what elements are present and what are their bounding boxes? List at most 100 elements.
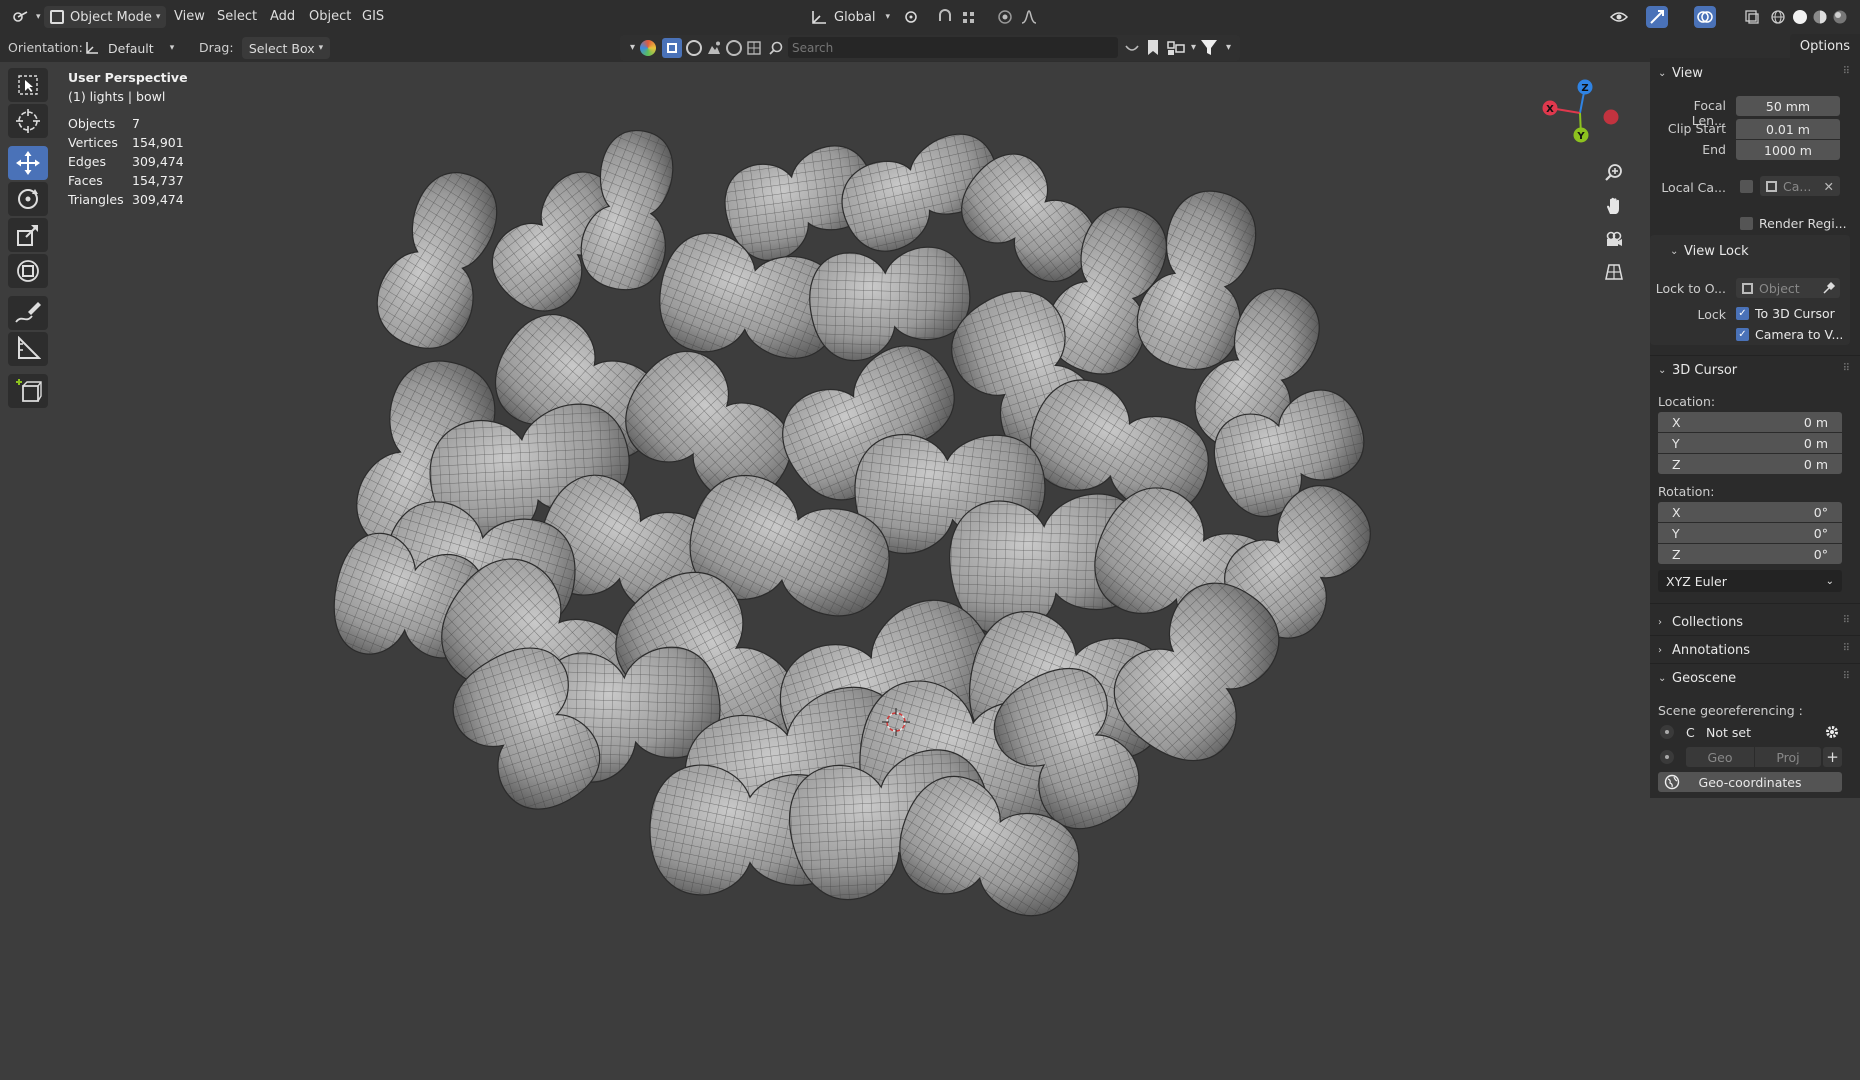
color-filter-icon[interactable]: [640, 40, 656, 56]
render-region-checkbox[interactable]: [1740, 217, 1753, 230]
rotate-tool[interactable]: [8, 182, 48, 216]
perspective-toggle-button[interactable]: [1599, 257, 1629, 287]
transform-icon: [17, 260, 39, 282]
local-camera-field[interactable]: Ca... ✕: [1760, 176, 1840, 196]
chevron-down-icon[interactable]: ▾: [630, 42, 635, 53]
move-tool[interactable]: [8, 146, 48, 180]
chevron-down-icon: ▾: [169, 43, 175, 53]
search-input[interactable]: [788, 37, 1118, 58]
panel-header-annotations[interactable]: › Annotations: [1658, 643, 1750, 658]
drag-handle-icon[interactable]: ⠿: [1843, 66, 1850, 77]
pivot-point-icon[interactable]: [900, 6, 922, 28]
rotation-mode-dropdown[interactable]: XYZ Euler ⌄: [1658, 570, 1842, 592]
rotation-y-field[interactable]: Y 0°: [1658, 523, 1842, 543]
eyedropper-icon[interactable]: [1822, 281, 1836, 295]
menu-select[interactable]: Select: [217, 9, 257, 24]
annotate-tool[interactable]: [8, 296, 48, 330]
gizmo-toggle-icon[interactable]: [1646, 6, 1668, 28]
camera-view-button[interactable]: [1599, 224, 1629, 254]
menu-object[interactable]: Object: [309, 9, 351, 24]
falloff-icon[interactable]: [1018, 6, 1040, 28]
display-mode-icon[interactable]: [1166, 39, 1186, 57]
panel-title: Geoscene: [1672, 671, 1737, 686]
chevron-down-icon[interactable]: ▾: [1226, 42, 1231, 53]
gear-icon[interactable]: [1822, 722, 1842, 742]
rotation-x-field[interactable]: X 0°: [1658, 502, 1842, 522]
orientation-label: Global: [834, 9, 876, 25]
add-icon[interactable]: +: [1823, 747, 1842, 767]
clip-end-field[interactable]: 1000 m: [1736, 140, 1840, 160]
menu-gis[interactable]: GIS: [362, 9, 384, 24]
proportional-editing-icon[interactable]: [994, 6, 1016, 28]
transform-tool[interactable]: [8, 254, 48, 288]
rotation-z-field[interactable]: Z 0°: [1658, 544, 1842, 564]
snap-icon[interactable]: [934, 6, 956, 28]
navigation-gizmo[interactable]: Z X Y: [1535, 75, 1620, 150]
clip-start-field[interactable]: 0.01 m: [1736, 119, 1840, 139]
negative-x-axis-handle[interactable]: [1603, 109, 1619, 125]
geo-radio[interactable]: [1660, 750, 1674, 764]
location-y-field[interactable]: Y 0 m: [1658, 433, 1842, 453]
camera-icon: [1606, 231, 1622, 246]
location-x-field[interactable]: X 0 m: [1658, 412, 1842, 432]
pan-button[interactable]: [1599, 191, 1629, 221]
panel-header-geoscene[interactable]: ⌄ Geoscene: [1658, 671, 1736, 686]
visibility-icon[interactable]: [1608, 6, 1630, 28]
crs-radio[interactable]: [1660, 725, 1674, 739]
scale-tool[interactable]: [8, 218, 48, 252]
drag-handle-icon[interactable]: ⠿: [1843, 671, 1850, 682]
transform-orientation-selector[interactable]: Global ▾: [810, 6, 890, 28]
add-cube-tool[interactable]: [8, 374, 48, 408]
wireframe-shading-icon[interactable]: [1767, 6, 1789, 28]
overlays-toggle-icon[interactable]: [1694, 6, 1716, 28]
asset-view-icon[interactable]: [1124, 40, 1140, 56]
bookmark-icon[interactable]: [1146, 39, 1160, 57]
panel-header-view-lock[interactable]: ⌄ View Lock: [1670, 244, 1749, 259]
camera-object-icon: [1766, 180, 1777, 192]
object-filter-icon[interactable]: [662, 38, 682, 58]
editor-type-icon[interactable]: [10, 6, 32, 28]
proj-button[interactable]: Proj: [1755, 747, 1821, 767]
focal-length-field[interactable]: 50 mm: [1736, 96, 1840, 116]
solid-shading-icon[interactable]: [1789, 6, 1811, 28]
drag-handle-icon[interactable]: ⠿: [1843, 363, 1850, 374]
snap-target-icon[interactable]: [958, 6, 980, 28]
chevron-down-icon[interactable]: ▾: [1191, 42, 1196, 53]
material-filter-icon[interactable]: [686, 40, 702, 56]
checkbox-checked[interactable]: ✓: [1736, 328, 1749, 341]
lock-to-cursor-toggle[interactable]: ✓ To 3D Cursor: [1736, 306, 1835, 321]
xray-toggle-icon[interactable]: [1741, 6, 1763, 28]
panel-title: 3D Cursor: [1672, 363, 1738, 378]
rendered-shading-icon[interactable]: [1829, 6, 1851, 28]
texture-filter-icon[interactable]: [726, 40, 742, 56]
world-filter-icon[interactable]: [706, 40, 722, 56]
cursor-tool[interactable]: [8, 104, 48, 138]
measure-tool[interactable]: [8, 332, 48, 366]
panel-header-view[interactable]: ⌄ View: [1658, 66, 1703, 81]
menu-view[interactable]: View: [174, 9, 205, 24]
camera-to-view-toggle[interactable]: ✓ Camera to V...: [1736, 327, 1843, 342]
select-box-tool[interactable]: [8, 68, 48, 102]
geo-coordinates-button[interactable]: Geo-coordinates: [1658, 772, 1842, 792]
close-icon[interactable]: ✕: [1824, 179, 1834, 194]
local-camera-checkbox[interactable]: [1740, 180, 1753, 193]
drag-handle-icon[interactable]: ⠿: [1843, 643, 1850, 654]
mode-selector[interactable]: Object Mode ▾: [44, 6, 167, 28]
node-filter-icon[interactable]: [746, 40, 762, 56]
material-shading-icon[interactable]: [1809, 6, 1831, 28]
options-button[interactable]: Options: [1790, 34, 1860, 58]
lock-to-object-field[interactable]: Object: [1736, 278, 1840, 298]
filter-funnel-icon[interactable]: [1200, 38, 1218, 58]
checkbox-checked[interactable]: ✓: [1736, 307, 1749, 320]
drag-dropdown[interactable]: Select Box ▾: [242, 37, 330, 59]
drag-handle-icon[interactable]: ⠿: [1843, 615, 1850, 626]
3d-viewport[interactable]: [330, 130, 1480, 990]
location-z-field[interactable]: Z 0 m: [1658, 454, 1842, 474]
zoom-button[interactable]: [1599, 158, 1629, 188]
panel-header-3d-cursor[interactable]: ⌄ 3D Cursor: [1658, 363, 1737, 378]
panel-header-collections[interactable]: › Collections: [1658, 615, 1743, 630]
orientation-dropdown[interactable]: Default ▾: [84, 37, 186, 59]
render-region-toggle[interactable]: Render Regi...: [1740, 216, 1847, 231]
geo-button[interactable]: Geo: [1686, 747, 1754, 767]
menu-add[interactable]: Add: [270, 9, 295, 24]
